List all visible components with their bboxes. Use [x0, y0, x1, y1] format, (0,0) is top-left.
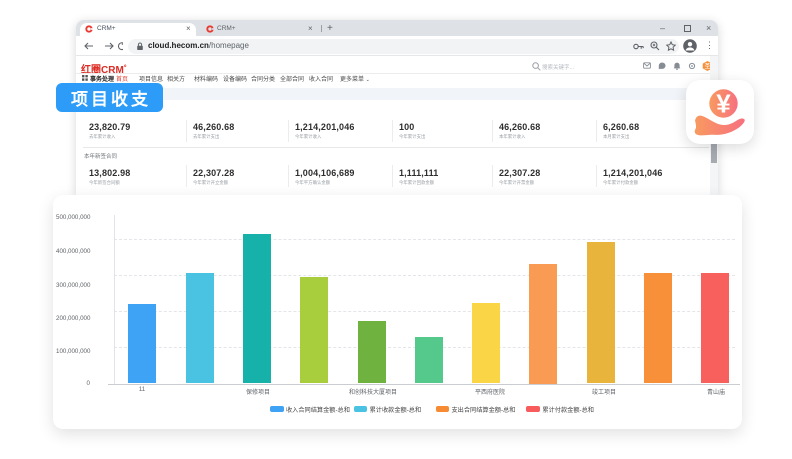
svg-text:¥: ¥	[716, 88, 731, 118]
